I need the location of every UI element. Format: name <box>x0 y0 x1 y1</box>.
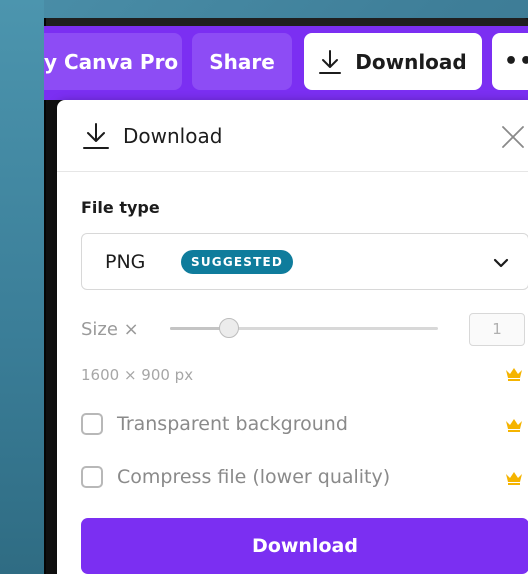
download-toolbar-button[interactable]: Download <box>304 33 482 90</box>
transparent-background-label: Transparent background <box>117 413 348 435</box>
dimensions-text: 1600 × 900 px <box>81 366 194 384</box>
crown-icon <box>505 417 523 432</box>
more-icon: •• <box>504 49 528 74</box>
share-label: Share <box>209 49 275 74</box>
share-button[interactable]: Share <box>192 33 292 90</box>
download-toolbar-label: Download <box>355 49 467 74</box>
crown-icon <box>505 470 523 485</box>
desktop-edge <box>0 0 44 574</box>
window-edge <box>44 18 46 574</box>
file-type-label: File type <box>81 198 160 217</box>
panel-header: Download <box>57 100 528 172</box>
window-titlebar <box>44 18 528 26</box>
compress-file-checkbox[interactable] <box>81 466 103 488</box>
chevron-down-icon <box>490 252 512 274</box>
try-canva-pro-label: y Canva Pro <box>44 49 179 74</box>
more-button[interactable]: •• <box>492 33 528 90</box>
crown-icon <box>505 366 523 381</box>
try-canva-pro-button[interactable]: y Canva Pro <box>44 33 182 90</box>
transparent-background-checkbox[interactable] <box>81 413 103 435</box>
size-slider-track[interactable] <box>170 327 438 330</box>
file-type-select[interactable]: PNG SUGGESTED <box>81 233 528 290</box>
download-button-label: Download <box>252 535 358 557</box>
download-icon <box>83 122 109 150</box>
size-slider-thumb[interactable] <box>218 318 239 338</box>
file-type-value: PNG <box>105 251 146 273</box>
download-button[interactable]: Download <box>81 518 528 574</box>
download-panel: Download File type PNG SUGGESTED Size × … <box>57 100 528 574</box>
download-icon <box>319 49 342 75</box>
size-label: Size × <box>81 319 139 340</box>
panel-title: Download <box>123 124 223 148</box>
close-icon[interactable] <box>500 124 526 150</box>
suggested-badge: SUGGESTED <box>181 250 294 274</box>
compress-file-label: Compress file (lower quality) <box>117 466 391 488</box>
size-input[interactable]: 1 <box>469 313 525 346</box>
